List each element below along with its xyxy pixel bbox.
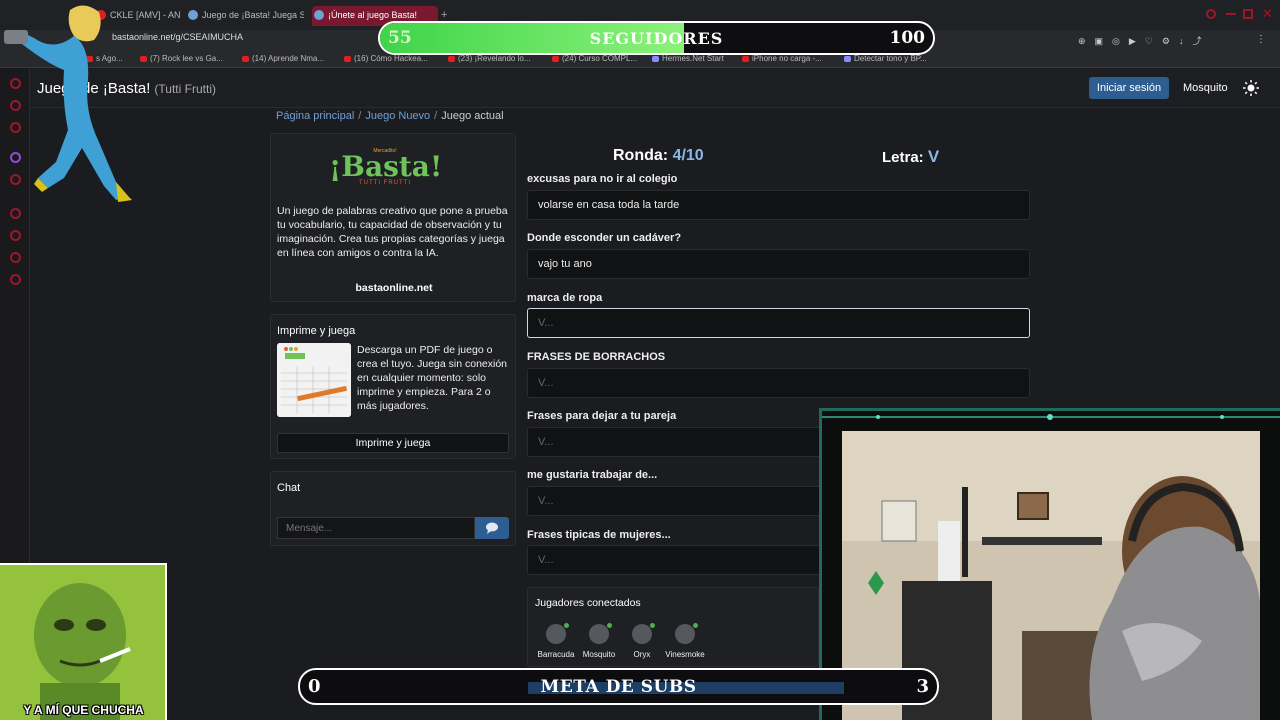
breadcrumb-new-game[interactable]: Juego Nuevo: [365, 110, 430, 122]
player-entry[interactable]: Barracuda: [536, 623, 576, 659]
about-card: Mercadito! ¡Basta! TUTTI FRUTTI Un juego…: [270, 133, 516, 302]
chat-send-button[interactable]: [475, 517, 509, 539]
letter-value: V: [927, 147, 940, 166]
breadcrumb-home[interactable]: Página principal: [276, 110, 354, 122]
connected-players-panel: Jugadores conectados Barracuda Mosquito …: [527, 587, 819, 667]
category-label: me gustaria trabajar de...: [527, 469, 658, 481]
print-and-play-button[interactable]: Imprime y juega: [277, 433, 509, 453]
category-answer-field[interactable]: vajo tu ano: [527, 249, 1030, 279]
bookmark-item[interactable]: Detectar tono y BP...: [844, 54, 927, 63]
round-value: 4/10: [672, 147, 704, 164]
history-icon[interactable]: [10, 230, 21, 241]
character-overlay-image: [4, 5, 132, 202]
player-name: Oryx: [633, 650, 651, 659]
player-entry[interactable]: Oryx: [622, 623, 662, 659]
sun-icon[interactable]: [1243, 80, 1259, 96]
bookmark-item[interactable]: iPhone no carga -...: [742, 54, 822, 63]
print-card-title: Imprime y juega: [277, 325, 356, 337]
meme-caption: Y A MÍ QUE CHUCHA: [23, 703, 144, 717]
minimize-icon[interactable]: [1226, 13, 1236, 15]
chat-card: Chat: [270, 471, 516, 546]
site-header: Juego de ¡Basta! (Tutti Frutti) Iniciar s…: [30, 68, 1280, 108]
basta-favicon-icon: [314, 10, 324, 20]
player-avatar-icon: [546, 623, 569, 644]
subs-goal-bar: 0 META DE SUBS 3: [298, 668, 939, 705]
subs-goal: 3: [916, 676, 929, 697]
extension-icons[interactable]: ⊕▣◎▶♡⚙↓⤴: [1078, 34, 1210, 47]
bookmark-item[interactable]: Hermes.Net Start: [652, 54, 724, 63]
chat-message-input[interactable]: [277, 517, 475, 539]
chat-title: Chat: [277, 482, 301, 494]
followers-label: SEGUIDORES: [589, 29, 724, 48]
menu-icon[interactable]: ⋮: [1256, 34, 1266, 45]
category-answer-field[interactable]: volarse en casa toda la tarde: [527, 190, 1030, 220]
breadcrumb-separator: /: [434, 110, 438, 122]
player-entry[interactable]: Vinesmoke: [665, 623, 705, 659]
tab-label: ¡Únete al juego Basta!: [328, 10, 418, 20]
player-name: Barracuda: [537, 650, 575, 659]
player-name: Vinesmoke: [665, 650, 705, 659]
bookmark-item[interactable]: (16) Cómo Hackea...: [344, 54, 428, 63]
category-label: Frases tipicas de mujeres...: [527, 529, 671, 541]
category-label: Donde esconder un cadáver?: [527, 232, 682, 244]
category-label: Frases para dejar a tu pareja: [527, 410, 677, 422]
about-description: Un juego de palabras creativo que pone a…: [277, 205, 508, 259]
sidebar-app-icon[interactable]: [10, 252, 21, 263]
print-card: Imprime y juega Descarga un PDF de juego…: [270, 314, 516, 459]
basta-logo: Mercadito! ¡Basta! TUTTI FRUTTI: [329, 148, 443, 190]
logo-main-text: ¡Basta!: [329, 150, 443, 183]
bookmark-item[interactable]: (23) ¡Revelando lo...: [448, 54, 530, 63]
category-answer-field[interactable]: V...: [527, 368, 1030, 398]
browser-tab[interactable]: Juego de ¡Basta! Juega St: [186, 6, 304, 26]
category-answer-field-focused[interactable]: V...: [527, 308, 1030, 338]
player-avatar-icon: [589, 623, 612, 644]
meme-image: [0, 565, 165, 720]
username-link[interactable]: Mosquito: [1183, 82, 1228, 94]
player-entry[interactable]: Mosquito: [579, 623, 619, 659]
breadcrumb-current: Juego actual: [441, 110, 504, 122]
tab-label: Juego de ¡Basta! Juega St: [202, 10, 304, 20]
close-icon[interactable]: ✕: [1262, 6, 1273, 22]
settings-icon[interactable]: [10, 274, 21, 285]
maximize-icon[interactable]: [1243, 9, 1253, 19]
basta-favicon-icon: [188, 10, 198, 20]
breadcrumb-separator: /: [358, 110, 362, 122]
player-name: Mosquito: [582, 650, 616, 659]
category-label: excusas para no ir al colegio: [527, 173, 678, 185]
about-site-link[interactable]: bastaonline.net: [271, 282, 517, 294]
round-indicator: Ronda: 4/10: [613, 147, 704, 165]
subs-label: META DE SUBS: [540, 677, 697, 697]
meme-overlay: Y A MÍ QUE CHUCHA: [0, 563, 167, 720]
player-avatar-icon: [675, 623, 698, 644]
breadcrumb: Página principal / Juego Nuevo / Juego actua…: [276, 110, 504, 122]
followers-goal: 100: [889, 28, 926, 48]
search-icon[interactable]: [1206, 9, 1216, 19]
print-sheet-thumbnail: [277, 343, 351, 417]
bookmark-item[interactable]: (24) Curso COMPL...: [552, 54, 637, 63]
letter-indicator: Letra: V: [882, 147, 939, 167]
followers-goal-bar: 55 SEGUIDORES 100: [378, 21, 935, 55]
category-label: FRASES DE BORRACHOS: [527, 351, 666, 363]
letter-label: Letra:: [882, 149, 924, 166]
player-avatar-icon: [632, 623, 655, 644]
round-label: Ronda:: [613, 147, 669, 164]
print-description: Descarga un PDF de juego o crea el tuyo.…: [357, 344, 508, 412]
chat-bubble-icon: [486, 522, 498, 534]
login-button[interactable]: Iniciar sesión: [1089, 77, 1169, 99]
bookmark-item[interactable]: (14) Aprende Nma...: [242, 54, 324, 63]
players-title: Jugadores conectados: [535, 597, 641, 609]
category-label: marca de ropa: [527, 292, 603, 304]
new-tab-icon[interactable]: +: [441, 9, 447, 21]
